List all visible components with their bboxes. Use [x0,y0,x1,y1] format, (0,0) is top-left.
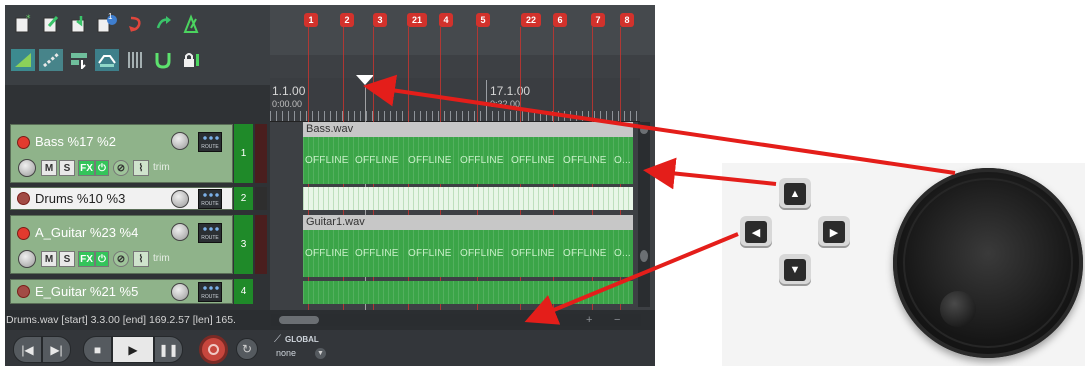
arrow-up-to-scroll [643,157,777,190]
arrow-jog-to-cursor [363,74,956,175]
arrow-left-to-hscroll [524,232,739,325]
annotation-arrows [363,74,956,325]
